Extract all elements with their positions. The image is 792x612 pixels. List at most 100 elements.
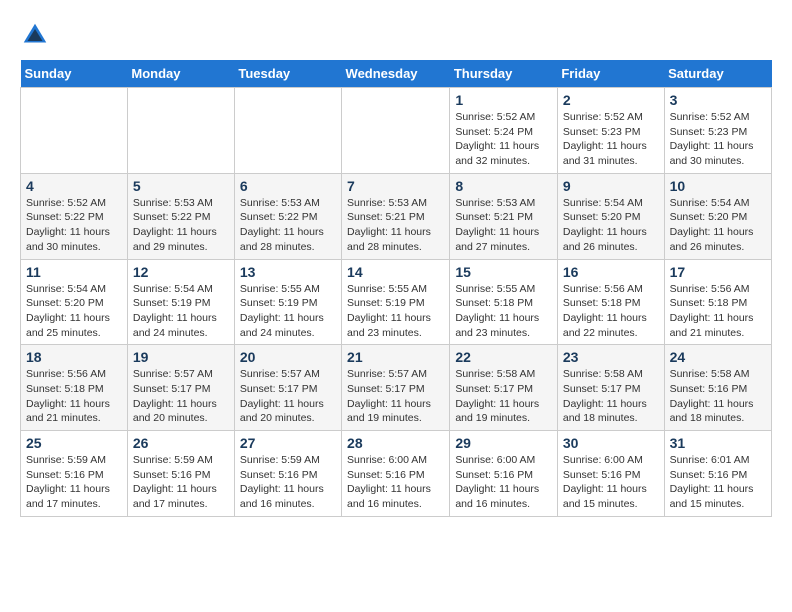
logo-icon <box>20 20 50 50</box>
day-number: 23 <box>563 349 659 365</box>
day-info: Sunrise: 5:57 AM Sunset: 5:17 PM Dayligh… <box>240 367 336 426</box>
calendar-cell: 24 Sunrise: 5:58 AM Sunset: 5:16 PM Dayli… <box>664 345 771 431</box>
calendar-cell: 26Sunrise: 5:59 AM Sunset: 5:16 PM Dayli… <box>127 431 234 517</box>
day-info: Sunrise: 6:00 AM Sunset: 5:16 PM Dayligh… <box>347 453 444 512</box>
day-info: Sunrise: 6:00 AM Sunset: 5:16 PM Dayligh… <box>455 453 552 512</box>
calendar-week-row: 1Sunrise: 5:52 AM Sunset: 5:24 PM Daylig… <box>21 88 772 174</box>
calendar-cell: 27 Sunrise: 5:59 AM Sunset: 5:16 PM Dayli… <box>234 431 341 517</box>
calendar-cell: 13 Sunrise: 5:55 AM Sunset: 5:19 PM Dayli… <box>234 259 341 345</box>
calendar-cell: 14 Sunrise: 5:55 AM Sunset: 5:19 PM Dayli… <box>342 259 450 345</box>
calendar-cell: 1Sunrise: 5:52 AM Sunset: 5:24 PM Daylig… <box>450 88 558 174</box>
day-number: 12 <box>133 264 229 280</box>
day-number: 2 <box>563 92 659 108</box>
calendar-week-row: 11 Sunrise: 5:54 AM Sunset: 5:20 PM Dayli… <box>21 259 772 345</box>
day-info: Sunrise: 5:58 AM Sunset: 5:17 PM Dayligh… <box>455 367 552 426</box>
day-number: 14 <box>347 264 444 280</box>
calendar-cell: 18Sunrise: 5:56 AM Sunset: 5:18 PM Dayli… <box>21 345 128 431</box>
day-number: 31 <box>670 435 766 451</box>
day-number: 27 <box>240 435 336 451</box>
day-info: Sunrise: 5:53 AM Sunset: 5:22 PM Dayligh… <box>240 196 336 255</box>
calendar-cell: 21 Sunrise: 5:57 AM Sunset: 5:17 PM Dayli… <box>342 345 450 431</box>
calendar-week-row: 18Sunrise: 5:56 AM Sunset: 5:18 PM Dayli… <box>21 345 772 431</box>
day-number: 5 <box>133 178 229 194</box>
calendar-cell: 7 Sunrise: 5:53 AM Sunset: 5:21 PM Daylig… <box>342 173 450 259</box>
calendar-cell: 8 Sunrise: 5:53 AM Sunset: 5:21 PM Daylig… <box>450 173 558 259</box>
day-number: 24 <box>670 349 766 365</box>
calendar-cell: 19Sunrise: 5:57 AM Sunset: 5:17 PM Dayli… <box>127 345 234 431</box>
day-info: Sunrise: 5:54 AM Sunset: 5:19 PM Dayligh… <box>133 282 229 341</box>
day-number: 11 <box>26 264 122 280</box>
day-number: 21 <box>347 349 444 365</box>
day-number: 17 <box>670 264 766 280</box>
day-number: 30 <box>563 435 659 451</box>
calendar-week-row: 25 Sunrise: 5:59 AM Sunset: 5:16 PM Dayli… <box>21 431 772 517</box>
day-info: Sunrise: 5:53 AM Sunset: 5:21 PM Dayligh… <box>347 196 444 255</box>
day-number: 28 <box>347 435 444 451</box>
day-number: 1 <box>455 92 552 108</box>
calendar-cell: 28 Sunrise: 6:00 AM Sunset: 5:16 PM Dayli… <box>342 431 450 517</box>
day-number: 7 <box>347 178 444 194</box>
header-friday: Friday <box>557 60 664 88</box>
day-info: Sunrise: 5:59 AM Sunset: 5:16 PM Dayligh… <box>240 453 336 512</box>
header-sunday: Sunday <box>21 60 128 88</box>
calendar-cell: 10 Sunrise: 5:54 AM Sunset: 5:20 PM Dayli… <box>664 173 771 259</box>
day-info: Sunrise: 5:56 AM Sunset: 5:18 PM Dayligh… <box>563 282 659 341</box>
header-tuesday: Tuesday <box>234 60 341 88</box>
calendar-cell: 6Sunrise: 5:53 AM Sunset: 5:22 PM Daylig… <box>234 173 341 259</box>
day-number: 25 <box>26 435 122 451</box>
calendar-cell: 9 Sunrise: 5:54 AM Sunset: 5:20 PM Daylig… <box>557 173 664 259</box>
calendar-cell: 15 Sunrise: 5:55 AM Sunset: 5:18 PM Dayli… <box>450 259 558 345</box>
calendar-cell <box>234 88 341 174</box>
day-info: Sunrise: 5:55 AM Sunset: 5:19 PM Dayligh… <box>347 282 444 341</box>
day-number: 8 <box>455 178 552 194</box>
day-info: Sunrise: 5:55 AM Sunset: 5:19 PM Dayligh… <box>240 282 336 341</box>
day-info: Sunrise: 5:59 AM Sunset: 5:16 PM Dayligh… <box>26 453 122 512</box>
calendar-cell <box>127 88 234 174</box>
day-number: 29 <box>455 435 552 451</box>
calendar-cell <box>21 88 128 174</box>
calendar-cell: 3Sunrise: 5:52 AM Sunset: 5:23 PM Daylig… <box>664 88 771 174</box>
calendar-cell: 31 Sunrise: 6:01 AM Sunset: 5:16 PM Dayli… <box>664 431 771 517</box>
day-info: Sunrise: 5:53 AM Sunset: 5:22 PM Dayligh… <box>133 196 229 255</box>
day-info: Sunrise: 5:59 AM Sunset: 5:16 PM Dayligh… <box>133 453 229 512</box>
day-number: 9 <box>563 178 659 194</box>
calendar-cell: 2 Sunrise: 5:52 AM Sunset: 5:23 PM Daylig… <box>557 88 664 174</box>
day-info: Sunrise: 5:52 AM Sunset: 5:23 PM Dayligh… <box>563 110 659 169</box>
day-number: 13 <box>240 264 336 280</box>
calendar-week-row: 4 Sunrise: 5:52 AM Sunset: 5:22 PM Daylig… <box>21 173 772 259</box>
day-info: Sunrise: 6:01 AM Sunset: 5:16 PM Dayligh… <box>670 453 766 512</box>
day-info: Sunrise: 5:54 AM Sunset: 5:20 PM Dayligh… <box>26 282 122 341</box>
logo <box>20 20 54 50</box>
day-info: Sunrise: 5:58 AM Sunset: 5:16 PM Dayligh… <box>670 367 766 426</box>
day-number: 20 <box>240 349 336 365</box>
day-info: Sunrise: 5:55 AM Sunset: 5:18 PM Dayligh… <box>455 282 552 341</box>
day-number: 22 <box>455 349 552 365</box>
day-info: Sunrise: 5:58 AM Sunset: 5:17 PM Dayligh… <box>563 367 659 426</box>
day-number: 4 <box>26 178 122 194</box>
calendar-cell: 17 Sunrise: 5:56 AM Sunset: 5:18 PM Dayli… <box>664 259 771 345</box>
calendar-table: SundayMondayTuesdayWednesdayThursdayFrid… <box>20 60 772 517</box>
header-monday: Monday <box>127 60 234 88</box>
day-info: Sunrise: 5:54 AM Sunset: 5:20 PM Dayligh… <box>670 196 766 255</box>
day-info: Sunrise: 5:53 AM Sunset: 5:21 PM Dayligh… <box>455 196 552 255</box>
calendar-cell: 25 Sunrise: 5:59 AM Sunset: 5:16 PM Dayli… <box>21 431 128 517</box>
calendar-cell: 20 Sunrise: 5:57 AM Sunset: 5:17 PM Dayli… <box>234 345 341 431</box>
day-number: 15 <box>455 264 552 280</box>
day-info: Sunrise: 5:57 AM Sunset: 5:17 PM Dayligh… <box>347 367 444 426</box>
header-thursday: Thursday <box>450 60 558 88</box>
calendar-cell: 23 Sunrise: 5:58 AM Sunset: 5:17 PM Dayli… <box>557 345 664 431</box>
calendar-cell: 11 Sunrise: 5:54 AM Sunset: 5:20 PM Dayli… <box>21 259 128 345</box>
day-number: 10 <box>670 178 766 194</box>
calendar-cell: 30 Sunrise: 6:00 AM Sunset: 5:16 PM Dayli… <box>557 431 664 517</box>
calendar-cell: 16 Sunrise: 5:56 AM Sunset: 5:18 PM Dayli… <box>557 259 664 345</box>
day-info: Sunrise: 5:54 AM Sunset: 5:20 PM Dayligh… <box>563 196 659 255</box>
day-info: Sunrise: 5:52 AM Sunset: 5:23 PM Dayligh… <box>670 110 766 169</box>
day-info: Sunrise: 5:52 AM Sunset: 5:22 PM Dayligh… <box>26 196 122 255</box>
day-number: 16 <box>563 264 659 280</box>
day-number: 19 <box>133 349 229 365</box>
header-wednesday: Wednesday <box>342 60 450 88</box>
day-info: Sunrise: 6:00 AM Sunset: 5:16 PM Dayligh… <box>563 453 659 512</box>
calendar-cell: 22 Sunrise: 5:58 AM Sunset: 5:17 PM Dayli… <box>450 345 558 431</box>
day-info: Sunrise: 5:56 AM Sunset: 5:18 PM Dayligh… <box>670 282 766 341</box>
calendar-cell: 12 Sunrise: 5:54 AM Sunset: 5:19 PM Dayli… <box>127 259 234 345</box>
